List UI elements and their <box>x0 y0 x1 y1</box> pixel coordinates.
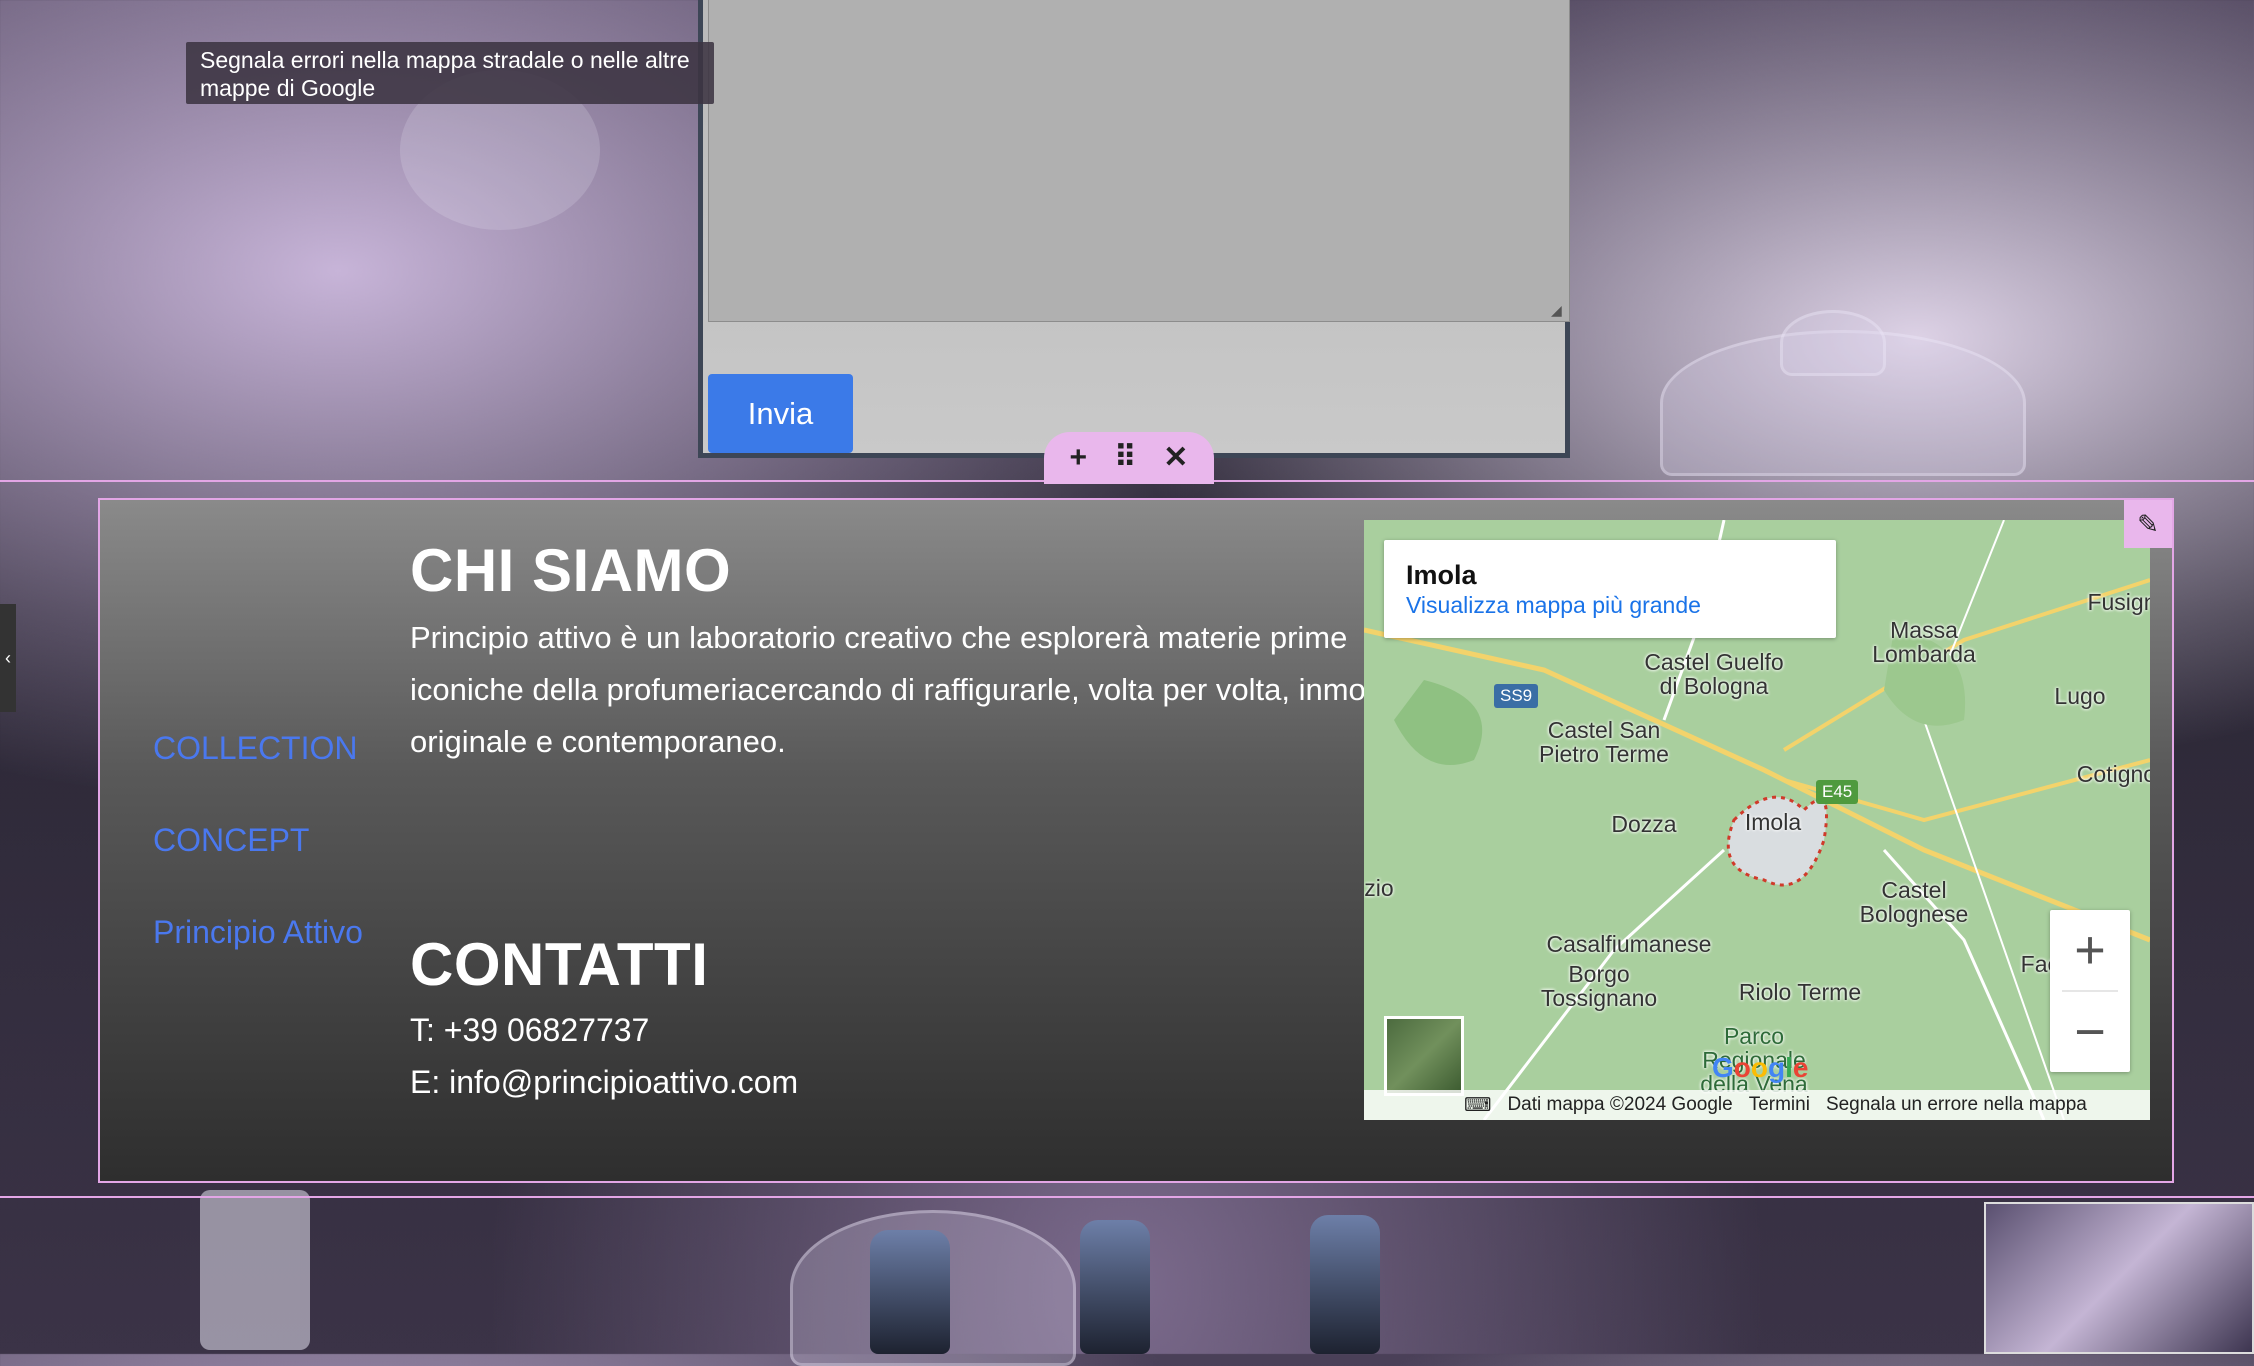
map-place-label: Borgo Tossignano <box>1540 961 1658 1011</box>
collapse-tab[interactable]: ‹ <box>0 604 16 712</box>
road-label-ss9: SS9 <box>1494 684 1539 708</box>
map-info-card: Imola Visualizza mappa più grande <box>1384 540 1836 638</box>
drag-handle-icon[interactable]: ⠿ <box>1114 443 1136 473</box>
map-place-label: Casalfiumanese <box>1546 931 1712 957</box>
map-data-attribution: Dati mappa ©2024 Google <box>1507 1094 1733 1115</box>
chevron-left-icon: ‹ <box>5 647 11 668</box>
map-place-label: Castel Guelfo di Bologna <box>1644 649 1784 699</box>
map-error-tooltip: Segnala errori nella mappa stradale o ne… <box>186 42 714 104</box>
map-place-label: Dozza <box>1611 811 1677 837</box>
report-map-error-link[interactable]: Segnala un errore nella mappa <box>1826 1094 2087 1116</box>
contact-form: ◢ Invia <box>698 0 1570 458</box>
map-place-label: Cotignol <box>2076 761 2150 787</box>
google-map[interactable]: SS9 E45 Castel Guelfo di Bologna Massa L… <box>1364 520 2150 1120</box>
close-block-icon[interactable]: ✕ <box>1163 443 1188 473</box>
send-button[interactable]: Invia <box>708 374 853 453</box>
map-terms-link[interactable]: Termini <box>1749 1094 1810 1116</box>
map-place-label: Imola <box>1744 809 1802 835</box>
keyboard-shortcuts-icon[interactable]: ⌨ <box>1464 1094 1491 1117</box>
zoom-controls: + − <box>2050 910 2130 1072</box>
zoom-out-button[interactable]: − <box>2050 992 2130 1072</box>
add-block-icon[interactable]: + <box>1070 443 1088 473</box>
map-place-label: Castel San Pietro Terme <box>1539 717 1669 767</box>
road-label-e45: E45 <box>1816 780 1859 804</box>
contacts-title: CONTATTI <box>410 931 709 998</box>
google-logo: Google <box>1712 1052 1809 1083</box>
page-preview-thumbnail[interactable] <box>1984 1202 2254 1354</box>
nav-link-concept[interactable]: CONCEPT <box>153 822 309 859</box>
zoom-in-button[interactable]: + <box>2050 910 2130 990</box>
map-place-label: Riolo Terme <box>1738 979 1862 1005</box>
message-textarea[interactable]: ◢ <box>708 0 1570 322</box>
about-text: Principio attivo è un laboratorio creati… <box>410 620 1401 759</box>
block-toolbar: + ⠿ ✕ <box>1044 432 1214 484</box>
view-larger-map-link[interactable]: Visualizza mappa più grande <box>1406 592 1701 619</box>
tooltip-line: mappe di Google <box>200 75 376 101</box>
map-place-label: Fusign <box>2087 589 2150 615</box>
edit-pencil-icon[interactable]: ✎ <box>2124 500 2172 548</box>
satellite-view-toggle[interactable] <box>1384 1016 1464 1096</box>
map-place-label: Lugo <box>2054 683 2106 709</box>
map-footer: ⌨ Dati mappa ©2024 Google Termini Segnal… <box>1364 1090 2150 1120</box>
contact-email: E: info@principioattivo.com <box>410 1064 799 1100</box>
map-place-label: Castel Bolognese <box>1859 877 1969 927</box>
map-place-label: zio <box>1364 875 1394 901</box>
resize-grip-icon[interactable]: ◢ <box>1551 303 1565 317</box>
tooltip-line: Segnala errori nella mappa stradale o ne… <box>200 47 690 73</box>
map-card-title: Imola <box>1406 560 1477 590</box>
nav-link-principio-attivo[interactable]: Principio Attivo <box>153 914 363 951</box>
about-title: CHI SIAMO <box>410 537 732 604</box>
nav-link-collection[interactable]: COLLECTION <box>153 730 357 767</box>
contact-phone: T: +39 06827737 <box>410 1012 650 1048</box>
map-place-label: Massa Lombarda <box>1872 617 1976 667</box>
